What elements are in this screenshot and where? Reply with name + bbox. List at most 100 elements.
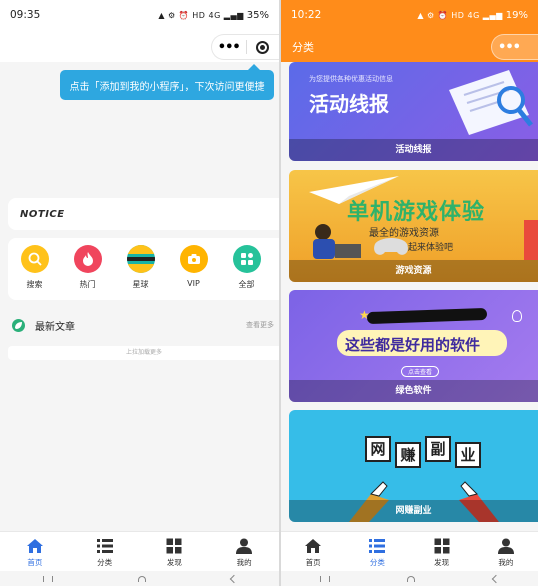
banner-heading-chars: 网 赚 副 业 xyxy=(365,436,481,468)
grid-label: 热门 xyxy=(79,280,96,289)
tab-profile[interactable]: 我的 xyxy=(474,532,538,571)
red-flag-decoration xyxy=(524,220,538,260)
banner-caption: 游戏资源 xyxy=(289,260,538,282)
bottom-tab-bar: 首页 分类 发现 我的 xyxy=(0,531,279,571)
tab-profile[interactable]: 我的 xyxy=(209,532,279,571)
tab-label: 我的 xyxy=(236,558,252,567)
status-bar: 10:22 ▲ ⚙ ⏰ HD 4G ▂▄▆ 19% xyxy=(281,0,538,30)
banner-caption: 绿色软件 xyxy=(289,380,538,402)
back-icon[interactable] xyxy=(229,574,238,583)
banner-heading: 活动线报 xyxy=(309,92,389,116)
system-nav-bar xyxy=(0,571,279,586)
home-nav-icon[interactable] xyxy=(137,575,146,582)
user-icon xyxy=(497,538,514,554)
tab-discover[interactable]: 发现 xyxy=(140,532,210,571)
star-icon: ★ xyxy=(359,308,370,322)
grid-item-vip[interactable]: VIP xyxy=(167,245,220,300)
recents-icon[interactable] xyxy=(42,575,53,582)
tab-home[interactable]: 首页 xyxy=(281,532,345,571)
lightbulb-icon xyxy=(512,310,522,322)
tab-label: 分类 xyxy=(369,558,385,567)
status-icons: ▲ ⚙ ⏰ HD 4G ▂▄▆ xyxy=(417,10,503,20)
more-icon[interactable]: ••• xyxy=(492,40,526,55)
home-nav-icon[interactable] xyxy=(407,575,416,582)
grid-label: VIP xyxy=(187,279,200,288)
notice-banner[interactable]: NOTICE xyxy=(8,198,279,230)
heading-char: 网 xyxy=(365,436,391,462)
search-icon xyxy=(20,245,49,273)
tab-label: 首页 xyxy=(305,558,321,567)
redacted-scribble xyxy=(366,307,488,325)
user-icon xyxy=(236,538,253,554)
camera-icon xyxy=(179,245,208,273)
tab-category[interactable]: 分类 xyxy=(70,532,140,571)
tab-label: 分类 xyxy=(97,558,113,567)
status-icons: ▲ ⚙ ⏰ HD 4G ▂▄▆ xyxy=(158,10,244,20)
add-to-mini-program-tooltip: 点击「添加到我的小程序」，下次访问更便捷 xyxy=(60,64,274,100)
tab-home[interactable]: 首页 xyxy=(0,532,70,571)
leaf-icon xyxy=(12,318,25,332)
tab-label: 发现 xyxy=(434,558,450,567)
grid-squares-icon xyxy=(166,538,182,554)
list-icon xyxy=(96,539,113,553)
battery-level: 19% xyxy=(505,9,528,21)
recents-icon[interactable] xyxy=(319,575,330,582)
flame-icon xyxy=(73,245,102,273)
banner-activity-deals[interactable]: 为您提供各种优惠活动信息 活动线报 活动线报 xyxy=(289,62,538,161)
home-screen: 09:35 ▲ ⚙ ⏰ HD 4G ▂▄▆ 35% ••• 点击「添加到我的小程… xyxy=(0,0,279,586)
tab-label: 发现 xyxy=(166,558,182,567)
grid-item-all[interactable]: 全部 xyxy=(220,245,273,300)
banner-button-text: 点击查看 xyxy=(401,366,440,377)
home-icon xyxy=(26,539,43,553)
tab-discover[interactable]: 发现 xyxy=(410,532,474,571)
back-icon[interactable] xyxy=(491,574,501,583)
target-icon xyxy=(256,40,270,54)
battery-level: 35% xyxy=(246,9,269,21)
tab-label: 我的 xyxy=(498,558,514,567)
category-screen: 10:22 ▲ ⚙ ⏰ HD 4G ▂▄▆ 19% 分类 ••• 为您提供各种优… xyxy=(281,0,538,586)
status-bar: 09:35 ▲ ⚙ ⏰ HD 4G ▂▄▆ 35% xyxy=(0,0,279,30)
heading-char: 副 xyxy=(425,436,451,462)
capsule-menu: ••• xyxy=(211,34,279,60)
grid-icon xyxy=(232,245,261,273)
heading-char: 业 xyxy=(455,442,481,468)
banner-heading: 这些都是好用的软件 xyxy=(345,336,481,354)
latest-articles-header: 最新文章 查看更多 xyxy=(8,312,279,338)
banner-green-software[interactable]: 这些都是好用的软件 点击查看 ★ 绿色软件 xyxy=(289,290,538,402)
grid-label: 星球 xyxy=(132,280,149,289)
notice-logo: NOTICE xyxy=(20,208,65,220)
banner-caption: 活动线报 xyxy=(289,139,538,161)
document-magnifier-illustration xyxy=(449,70,533,135)
system-nav-bar xyxy=(281,571,538,586)
banner-subtext: 为您提供各种优惠活动信息 xyxy=(309,75,393,83)
view-more-link[interactable]: 查看更多 xyxy=(246,320,274,330)
banner-game-resources[interactable]: 单机游戏体验 最全的游戏资源 一起来体验吧 游戏资源 xyxy=(289,170,538,282)
grid-item-search[interactable]: 搜索 xyxy=(8,245,61,300)
quick-icon-grid: 搜索 热门 星球 VIP 全部 xyxy=(8,238,279,300)
tab-label: 首页 xyxy=(27,558,43,567)
capsule-menu: ••• xyxy=(491,34,538,60)
tab-category[interactable]: 分类 xyxy=(345,532,409,571)
heading-char: 赚 xyxy=(395,442,421,468)
list-icon xyxy=(369,539,386,553)
home-icon xyxy=(305,539,322,553)
grid-label: 搜索 xyxy=(26,280,43,289)
status-time: 09:35 xyxy=(10,9,41,21)
category-header: 分类 ••• xyxy=(281,30,538,62)
gamer-illustration xyxy=(313,224,408,259)
status-time: 10:22 xyxy=(291,9,322,21)
grid-squares-icon xyxy=(434,538,450,554)
more-icon[interactable]: ••• xyxy=(212,40,246,55)
grid-label: 全部 xyxy=(238,280,255,289)
grid-item-hot[interactable]: 热门 xyxy=(61,245,114,300)
grid-item-planet[interactable]: 星球 xyxy=(114,245,167,300)
banner-caption: 网赚副业 xyxy=(289,500,538,522)
bottom-tab-bar: 首页 分类 发现 我的 xyxy=(281,531,538,571)
latest-articles-title: 最新文章 xyxy=(35,321,75,333)
page-title: 分类 xyxy=(292,41,314,54)
close-target-button[interactable] xyxy=(246,40,279,54)
banner-online-side-jobs[interactable]: 网 赚 副 业 网赚副业 xyxy=(289,410,538,522)
load-more-hint: 上拉加载更多 xyxy=(8,346,279,360)
mini-program-header: ••• xyxy=(0,30,279,62)
planet-icon xyxy=(126,245,155,273)
